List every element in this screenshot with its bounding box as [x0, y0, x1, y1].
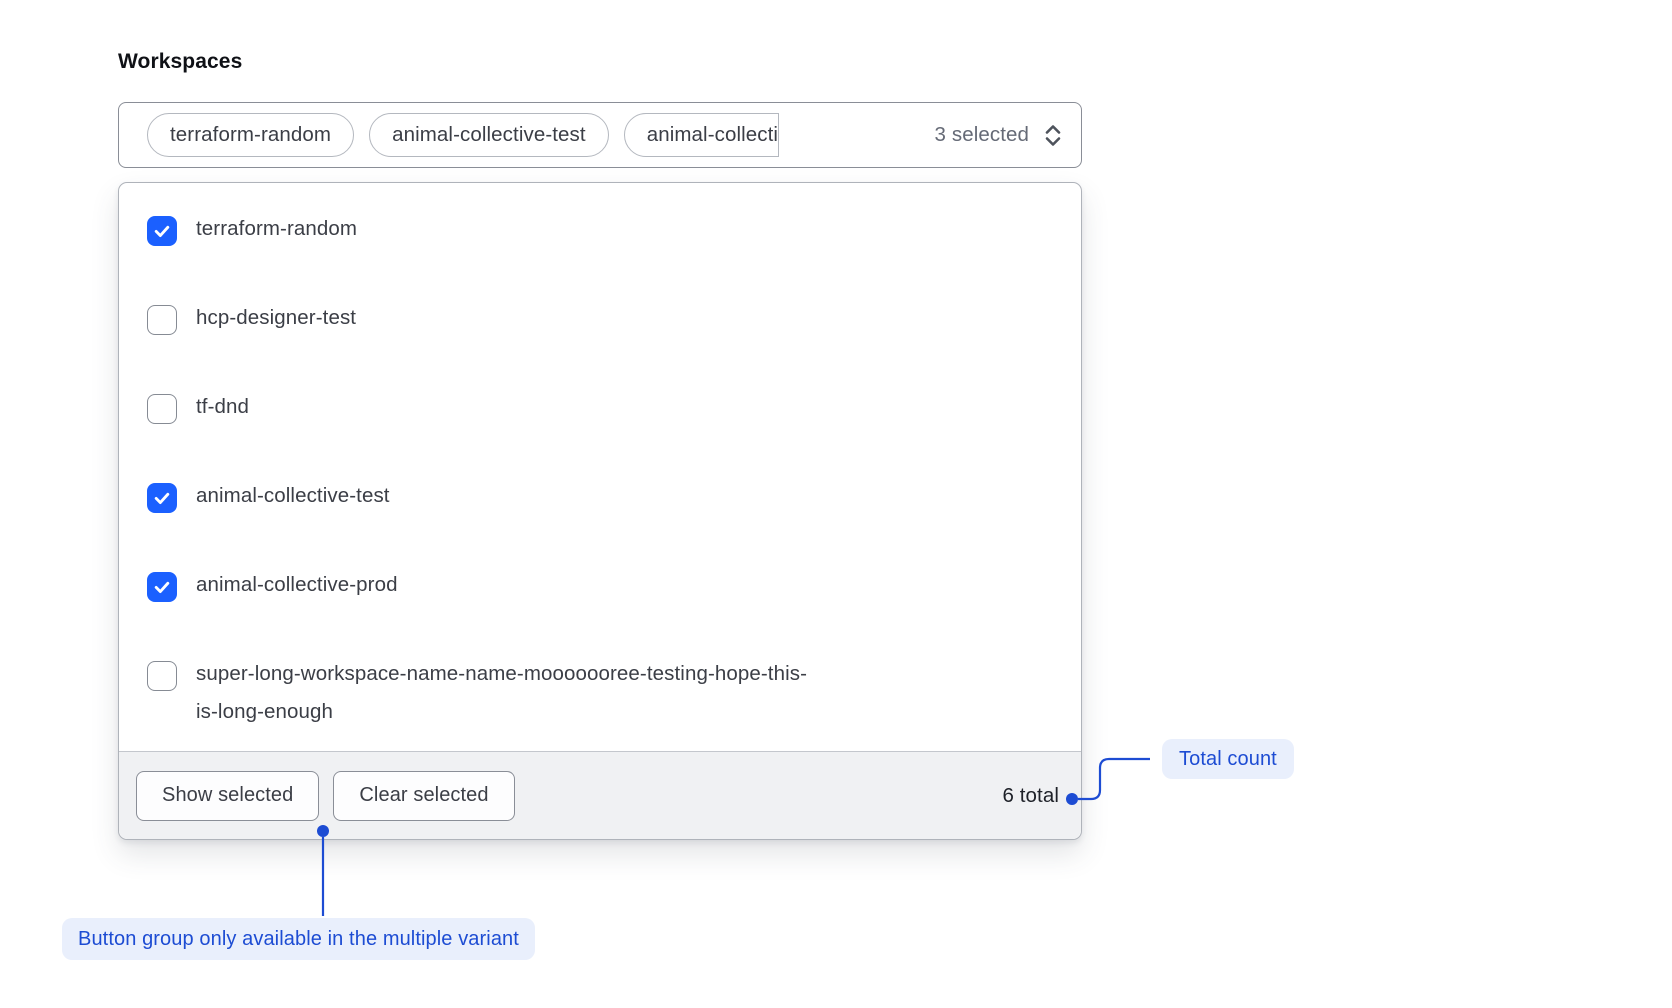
checkbox-unchecked[interactable] [147, 661, 177, 691]
workspace-option[interactable]: animal-collective-prod [147, 570, 1053, 604]
multiselect-trigger[interactable]: terraform-random animal-collective-test an… [118, 102, 1082, 168]
workspace-option[interactable]: animal-collective-test [147, 481, 1053, 515]
selected-tag: animal-collective-prod [624, 113, 779, 157]
workspace-option-label: super-long-workspace-name-name-moooooore… [196, 655, 821, 731]
workspace-option[interactable]: terraform-random [147, 214, 1053, 248]
checkbox-unchecked[interactable] [147, 394, 177, 424]
total-count-text: 6 total [1002, 784, 1059, 808]
listbox-footer: Show selected Clear selected 6 total [119, 751, 1081, 839]
selected-count-text: 3 selected [935, 123, 1029, 147]
selected-tags: terraform-random animal-collective-test an… [147, 113, 917, 157]
check-icon [152, 488, 172, 508]
workspace-option-label: animal-collective-test [196, 477, 390, 515]
workspace-option-label: terraform-random [196, 210, 357, 248]
annotation-button-group: Button group only available in the multi… [62, 918, 535, 960]
selected-tag: animal-collective-test [369, 113, 609, 157]
annotation-total-count: Total count [1162, 739, 1294, 779]
workspace-option-label: hcp-designer-test [196, 299, 356, 337]
connector-line-total-count [1078, 759, 1150, 799]
options-list: terraform-random hcp-designer-test tf-dnd a… [119, 183, 1081, 751]
workspace-option-label: animal-collective-prod [196, 566, 398, 604]
check-icon [152, 577, 172, 597]
checkbox-checked[interactable] [147, 216, 177, 246]
workspaces-label: Workspaces [118, 50, 242, 74]
checkbox-unchecked[interactable] [147, 305, 177, 335]
workspace-option-label: tf-dnd [196, 388, 249, 426]
selected-tag: terraform-random [147, 113, 354, 157]
show-selected-button[interactable]: Show selected [136, 771, 319, 821]
workspace-option[interactable]: super-long-workspace-name-name-moooooore… [147, 659, 1053, 731]
checkbox-checked[interactable] [147, 483, 177, 513]
clear-selected-button[interactable]: Clear selected [333, 771, 514, 821]
workspace-option[interactable]: tf-dnd [147, 392, 1053, 426]
check-icon [152, 221, 172, 241]
selection-summary: 3 selected [935, 122, 1065, 149]
checkbox-checked[interactable] [147, 572, 177, 602]
caret-updown-icon [1041, 122, 1065, 149]
workspace-option[interactable]: hcp-designer-test [147, 303, 1053, 337]
screenshot-canvas: Workspaces terraform-random animal-collec… [0, 0, 1672, 1008]
listbox-panel: terraform-random hcp-designer-test tf-dnd a… [118, 182, 1082, 840]
